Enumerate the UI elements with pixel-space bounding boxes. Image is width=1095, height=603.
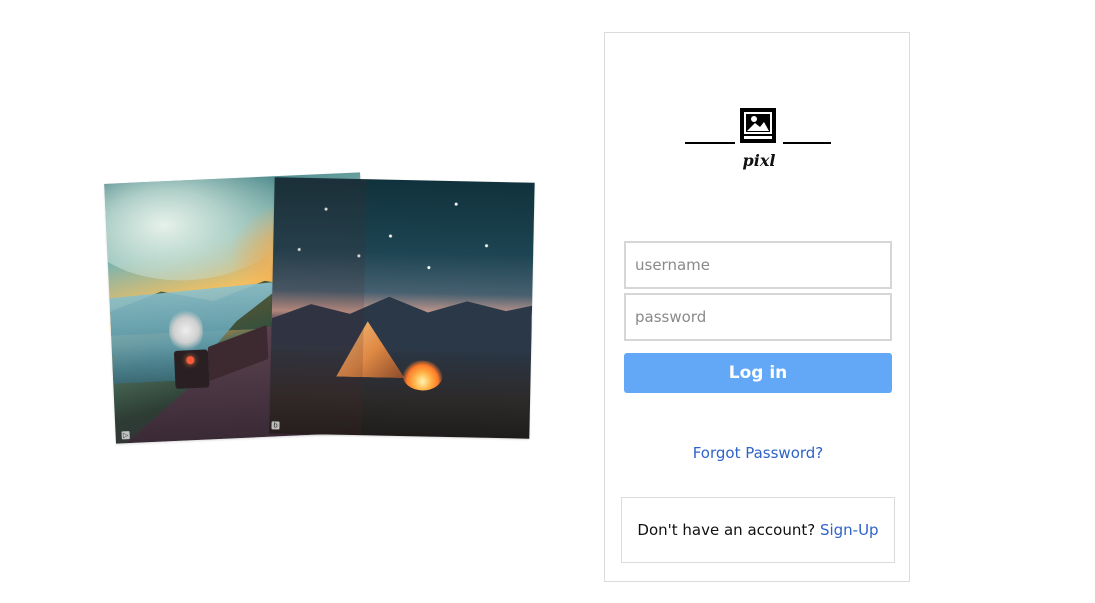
image-locomotive bbox=[173, 349, 210, 389]
image-icon bbox=[740, 108, 776, 143]
image-overlap-shade bbox=[269, 177, 367, 436]
camping-night-image: b bbox=[269, 177, 535, 439]
username-input[interactable] bbox=[624, 241, 892, 289]
logo-wordmark: pixl bbox=[742, 151, 776, 170]
logo-line-right bbox=[783, 142, 831, 144]
bing-logo-icon: b bbox=[271, 421, 280, 430]
password-input[interactable] bbox=[624, 293, 892, 341]
forgot-password-link[interactable]: Forgot Password? bbox=[605, 444, 911, 462]
signup-prompt: Don't have an account? bbox=[637, 521, 820, 539]
play-icon: ▷ bbox=[121, 431, 130, 440]
signup-box: Don't have an account? Sign-Up bbox=[621, 497, 895, 563]
logo-line-left bbox=[685, 142, 735, 144]
login-card: pixl Log in Forgot Password? Don't have … bbox=[604, 32, 910, 582]
signup-link[interactable]: Sign-Up bbox=[820, 521, 879, 539]
login-button[interactable]: Log in bbox=[624, 353, 892, 393]
showcase-images: ▷ b bbox=[0, 0, 600, 603]
image-locomotive-lamp bbox=[186, 356, 195, 365]
app-logo: pixl bbox=[685, 107, 833, 173]
